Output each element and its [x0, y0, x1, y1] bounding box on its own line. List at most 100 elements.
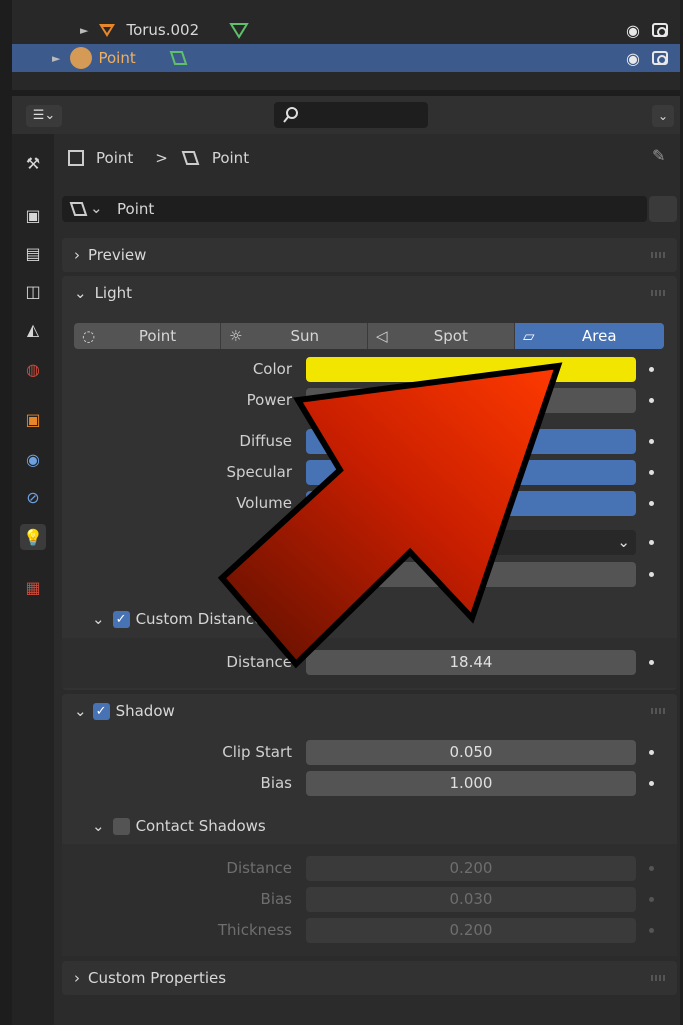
diffuse-slider[interactable] [306, 429, 636, 454]
breadcrumb: Point > Point [68, 146, 249, 170]
outliner: ► Torus.002 ◉ ► Point ◉ [12, 0, 680, 90]
keyframe-dot-icon[interactable] [649, 439, 654, 444]
camera-render-icon[interactable] [652, 23, 668, 37]
point-light-icon: ◌ [82, 327, 96, 345]
preview-panel[interactable]: › Preview [62, 238, 677, 272]
keyframe-dot-icon[interactable] [649, 470, 654, 475]
keyframe-dot-icon[interactable] [649, 781, 654, 786]
eye-icon[interactable]: ◉ [626, 49, 640, 68]
mesh-data-icon [229, 23, 249, 39]
keyframe-dot-icon[interactable] [649, 750, 654, 755]
panel-title: Preview [88, 246, 147, 264]
contact-distance-field[interactable]: 0.200 [306, 856, 636, 881]
bias-field[interactable]: 1.000 [306, 771, 636, 796]
shadow-panel: ⌄ ✓ Shadow Clip Start 0.050 Bias 1.000 ⌄ C… [62, 694, 677, 956]
custom-distance-label: Custom Distance [135, 610, 264, 628]
keyframe-dot-icon[interactable] [649, 501, 654, 506]
light-type-point[interactable]: ◌ Point [74, 323, 221, 349]
breadcrumb-object: Point [96, 149, 134, 167]
light-object-icon [70, 47, 93, 69]
outliner-row-point[interactable]: ► Point ◉ [12, 44, 680, 72]
area-light-icon: ▱ [523, 327, 535, 345]
constraints-tab-icon[interactable]: ⊘ [20, 484, 46, 510]
light-type-spot[interactable]: ◁ Spot [368, 323, 515, 349]
keyframe-dot-icon[interactable] [649, 866, 654, 871]
expanded-chevron-icon: ⌄ [74, 284, 87, 302]
view-layer-tab-icon[interactable]: ◫ [20, 278, 46, 304]
type-label: Area [582, 327, 617, 345]
render-tab-icon[interactable]: ▣ [20, 202, 46, 228]
outliner-row-torus[interactable]: ► Torus.002 ◉ [12, 16, 680, 44]
properties-header: ☰⌄ ⌄ [12, 96, 680, 134]
camera-render-icon[interactable] [652, 51, 668, 65]
outliner-label: Torus.002 [126, 21, 200, 39]
tool-tab-icon[interactable]: ⚒ [20, 150, 46, 176]
search-icon [283, 107, 298, 123]
collapsed-chevron-icon: › [74, 246, 80, 264]
drag-grip-icon[interactable] [651, 975, 667, 981]
contact-shadows-subpanel: Distance 0.200 Bias 0.030 Thickness 0.20… [62, 844, 677, 956]
volume-slider[interactable] [306, 491, 636, 516]
spot-light-icon: ◁ [376, 327, 388, 345]
size-field[interactable] [306, 562, 636, 587]
shadow-checkbox[interactable]: ✓ [92, 702, 110, 720]
light-type-sun[interactable]: ☼ Sun [221, 323, 368, 349]
object-tab-icon[interactable]: ▣ [20, 406, 46, 432]
specular-slider[interactable] [306, 460, 636, 485]
editor-type-dropdown[interactable]: ☰⌄ [26, 105, 62, 127]
keyframe-dot-icon[interactable] [649, 897, 654, 902]
scene-tab-icon[interactable]: ◭ [20, 316, 46, 342]
color-swatch[interactable] [306, 357, 636, 382]
keyframe-dot-icon[interactable] [649, 367, 654, 372]
output-tab-icon[interactable]: ▤ [20, 240, 46, 266]
fake-user-shield-icon[interactable] [649, 196, 677, 222]
custom-distance-header[interactable]: ⌄ ✓ Custom Distance [92, 608, 263, 630]
eye-icon[interactable]: ◉ [626, 21, 640, 40]
expand-arrow-icon[interactable]: ► [80, 24, 88, 37]
power-field[interactable] [306, 388, 636, 413]
light-data-tab-icon[interactable]: 💡 [20, 524, 46, 550]
contact-thickness-field[interactable]: 0.200 [306, 918, 636, 943]
expanded-chevron-icon: ⌄ [92, 610, 105, 628]
physics-tab-icon[interactable]: ◉ [20, 446, 46, 472]
type-label: Point [138, 327, 177, 345]
expand-arrow-icon[interactable]: ► [52, 52, 60, 65]
light-type-area[interactable]: ▱ Area [515, 323, 664, 349]
custom-properties-panel[interactable]: › Custom Properties [62, 961, 677, 995]
drag-grip-icon[interactable] [651, 708, 667, 714]
contact-bias-field[interactable]: 0.030 [306, 887, 636, 912]
properties-editor: ☰⌄ ⌄ ⚒ ▣ ▤ ◫ ◭ ◍ ▣ ◉ ⊘ 💡 ▦ Point > Point… [12, 96, 680, 1025]
keyframe-dot-icon[interactable] [649, 928, 654, 933]
search-input[interactable] [274, 102, 428, 128]
pin-icon[interactable]: ✎ [652, 146, 665, 165]
panel-title: Light [94, 284, 133, 302]
datablock-selector[interactable]: ⌄ Point [62, 196, 647, 222]
light-panel-header[interactable]: ⌄ Light [62, 276, 677, 310]
light-panel: ⌄ Light ◌ Point ☼ Sun ◁ Spot ▱ Area Color Pow… [62, 276, 677, 690]
contact-shadows-checkbox[interactable] [112, 817, 130, 835]
distance-field[interactable]: 18.44 [306, 650, 636, 675]
clip-start-field[interactable]: 0.050 [306, 740, 636, 765]
shape-label: Sh [272, 533, 292, 551]
keyframe-dot-icon[interactable] [649, 398, 654, 403]
keyframe-dot-icon[interactable] [649, 540, 654, 545]
options-dropdown[interactable]: ⌄ [652, 105, 674, 127]
world-tab-icon[interactable]: ◍ [20, 356, 46, 382]
color-label: Color [252, 360, 292, 378]
custom-distance-checkbox[interactable]: ✓ [112, 610, 130, 628]
keyframe-dot-icon[interactable] [649, 572, 654, 577]
chevron-down-icon: ⌄ [617, 533, 630, 551]
texture-tab-icon[interactable]: ▦ [20, 574, 46, 600]
chevron-down-icon: ⌄ [90, 199, 103, 217]
panel-title: Custom Properties [88, 969, 227, 987]
contact-shadows-header[interactable]: ⌄ Contact Shadows [92, 815, 266, 837]
bias-label: Bias [260, 774, 292, 792]
light-data-icon [181, 151, 200, 165]
shadow-panel-header[interactable]: ⌄ ✓ Shadow [62, 694, 677, 728]
diffuse-label: Diffuse [239, 432, 292, 450]
drag-grip-icon[interactable] [651, 252, 667, 258]
keyframe-dot-icon[interactable] [649, 660, 654, 665]
drag-grip-icon[interactable] [651, 290, 667, 296]
outliner-label: Point [98, 49, 136, 67]
shape-dropdown[interactable]: ⌄ [306, 530, 636, 555]
